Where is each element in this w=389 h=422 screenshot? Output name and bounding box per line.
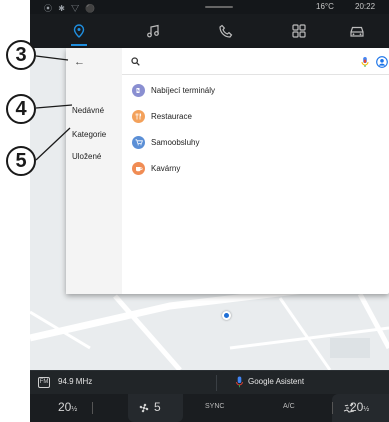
callout-3: 3 bbox=[6, 40, 36, 70]
callout-5: 5 bbox=[6, 146, 36, 176]
callout-4: 4 bbox=[6, 94, 36, 124]
callout-leader-lines bbox=[35, 55, 73, 161]
